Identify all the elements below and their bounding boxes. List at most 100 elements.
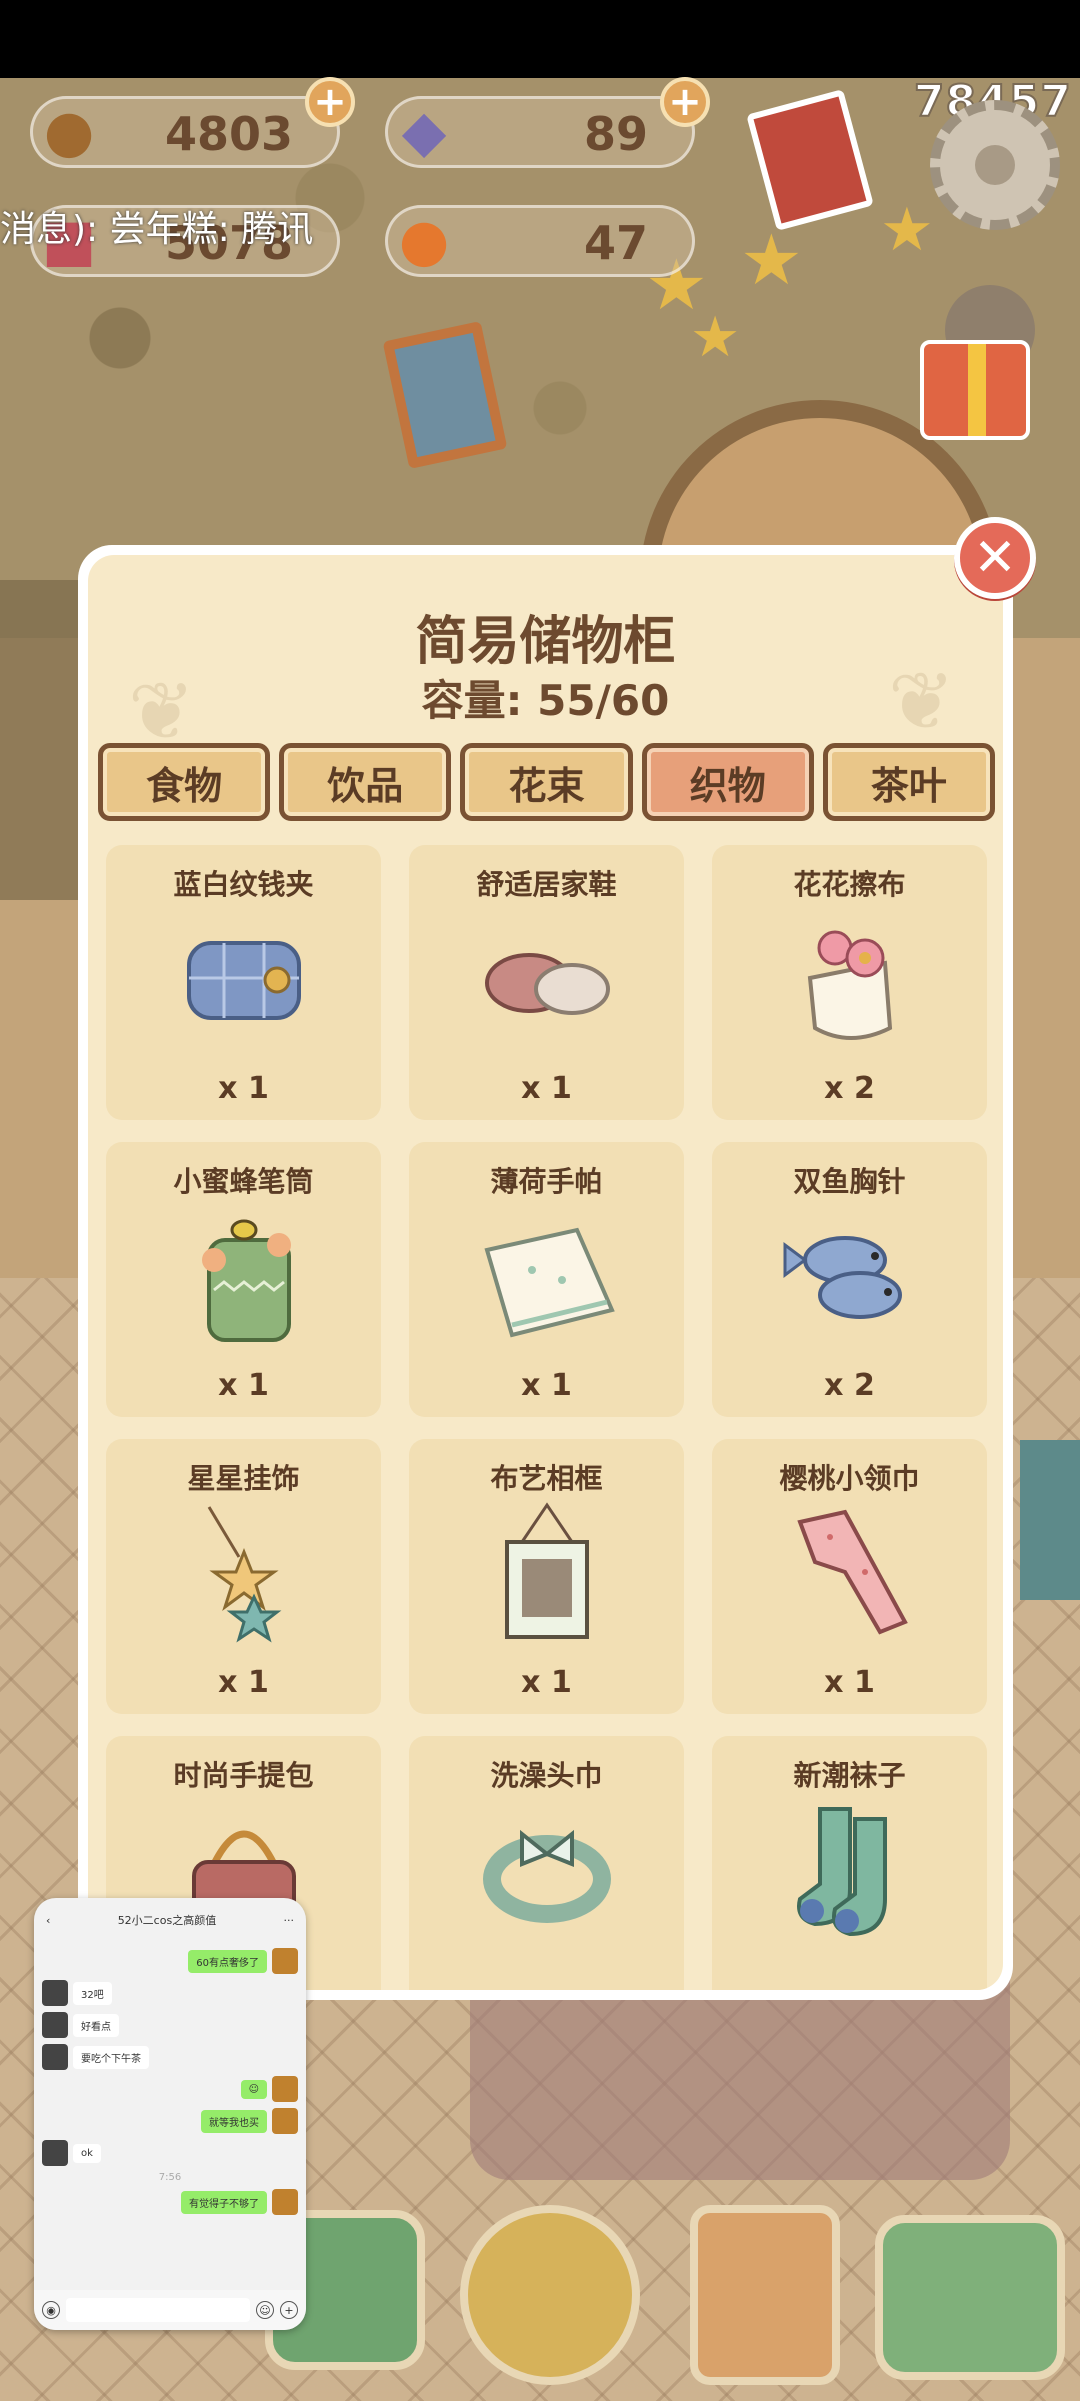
item-slot[interactable]: 薄荷手帕 x 1	[409, 1142, 684, 1417]
item-slot[interactable]: 洗澡头巾	[409, 1736, 684, 1990]
wallet-icon	[169, 913, 319, 1043]
chat-message: 有觉得子不够了	[42, 2189, 298, 2215]
avatar	[272, 2108, 298, 2134]
item-quantity: x 1	[521, 1071, 572, 1106]
avatar	[42, 2044, 68, 2070]
item-slot[interactable]: 樱桃小领巾 x 1	[712, 1439, 987, 1714]
item-quantity: x 1	[824, 1665, 875, 1700]
chat-input-bar: ◉ ☺ +	[34, 2290, 306, 2330]
chat-message: 好看点	[42, 2012, 298, 2038]
message-bubble: ☺	[240, 2079, 267, 2099]
chat-message: ☺	[42, 2076, 298, 2102]
status-bar	[0, 0, 1080, 78]
avatar	[272, 1948, 298, 1974]
item-name: 新潮袜子	[793, 1759, 906, 1792]
star-decoration-icon: ★	[690, 305, 741, 370]
voice-icon[interactable]: ◉	[42, 2301, 60, 2319]
chat-header: ‹ 52小二cos之高颜值 ···	[34, 1898, 306, 1942]
clipboard-tasks-icon[interactable]	[690, 2205, 840, 2385]
item-quantity: x 1	[521, 1368, 572, 1403]
chat-message: 要吃个下午茶	[42, 2044, 298, 2070]
back-arrow-icon[interactable]: ‹	[46, 1914, 50, 1927]
add-acorn-button[interactable]: +	[305, 77, 355, 127]
item-name: 小蜜蜂笔筒	[173, 1165, 314, 1198]
message-bubble: 60有点奢侈了	[188, 1949, 267, 1973]
item-slot[interactable]: 双鱼胸针 x 2	[712, 1142, 987, 1417]
chat-title: 52小二cos之高颜值	[117, 1914, 217, 1927]
gem-value: 89	[583, 107, 648, 161]
item-quantity: x 1	[218, 1368, 269, 1403]
message-bubble: 32吧	[73, 1981, 112, 2005]
add-gem-button[interactable]: +	[660, 77, 710, 127]
item-grid: 蓝白纹钱夹 x 1 舒适居家鞋 x 1 花花擦布 x 2 小蜜蜂笔筒 x 1 薄…	[106, 845, 987, 1990]
tab-drinks[interactable]: 饮品	[279, 743, 452, 821]
orange-value: 47	[583, 216, 648, 270]
avatar	[42, 2012, 68, 2038]
add-attachment-icon[interactable]: +	[280, 2301, 298, 2319]
item-name: 洗澡头巾	[490, 1759, 603, 1792]
item-slot[interactable]: 小蜜蜂笔筒 x 1	[106, 1142, 381, 1417]
avatar	[272, 2189, 298, 2215]
item-slot[interactable]: 舒适居家鞋 x 1	[409, 845, 684, 1120]
bath-headband-icon	[472, 1804, 622, 1934]
slippers-icon	[472, 913, 622, 1043]
chat-overlay-window[interactable]: ‹ 52小二cos之高颜值 ··· 60有点奢侈了 32吧 好看点 要吃个下午茶…	[34, 1898, 306, 2330]
chat-text-input[interactable]	[66, 2298, 250, 2322]
tab-food[interactable]: 食物	[98, 743, 271, 821]
item-name: 星星挂饰	[187, 1462, 300, 1495]
chat-message: 32吧	[42, 1980, 298, 2006]
message-bubble: 有觉得子不够了	[181, 2190, 267, 2214]
item-slot[interactable]: 布艺相框 x 1	[409, 1439, 684, 1714]
acorn-value: 4803	[164, 107, 293, 161]
message-bubble: 就等我也买	[201, 2109, 267, 2133]
tab-tea[interactable]: 茶叶	[822, 743, 996, 821]
capacity-label: 容量: 55/60	[421, 676, 670, 725]
gem-icon: ◆	[401, 97, 447, 165]
chat-message: 就等我也买	[42, 2108, 298, 2134]
close-button[interactable]: ✕	[954, 517, 1036, 599]
orange-counter: ● 47	[385, 205, 695, 277]
tab-bouquets[interactable]: 花束	[460, 743, 633, 821]
bird-friends-icon[interactable]	[460, 2205, 640, 2385]
item-name: 蓝白纹钱夹	[173, 868, 314, 901]
star-ornament-icon	[169, 1506, 319, 1643]
item-quantity: x 1	[218, 1665, 269, 1700]
item-name: 时尚手提包	[173, 1759, 314, 1792]
item-slot[interactable]: 花花擦布 x 2	[712, 845, 987, 1120]
more-options-icon[interactable]: ···	[283, 1914, 294, 1927]
emoji-icon[interactable]: ☺	[256, 2301, 274, 2319]
avatar	[42, 1980, 68, 2006]
fish-brooch-icon	[775, 1210, 925, 1340]
message-bubble: ok	[73, 2143, 101, 2163]
item-name: 薄荷手帕	[490, 1165, 603, 1198]
message-bubble: 好看点	[73, 2013, 119, 2037]
message-bubble: 要吃个下午茶	[73, 2045, 149, 2069]
item-quantity: x 2	[824, 1071, 875, 1106]
fabric-frame-icon	[472, 1502, 622, 1639]
item-slot[interactable]: 蓝白纹钱夹 x 1	[106, 845, 381, 1120]
item-name: 舒适居家鞋	[476, 868, 617, 901]
flower-cloth-icon	[775, 913, 925, 1043]
acorn-icon: ●	[43, 97, 95, 165]
category-tabs: 食物 饮品 花束 织物 茶叶	[98, 743, 996, 821]
tab-fabrics[interactable]: 织物	[641, 743, 814, 821]
item-name: 花花擦布	[793, 868, 906, 901]
item-slot[interactable]: 星星挂饰 x 1	[106, 1439, 381, 1714]
star-decoration-icon: ★	[740, 219, 803, 301]
avatar	[42, 2140, 68, 2166]
storage-panel-body: ❦ ❦ 简易储物柜 容量: 55/60 食物 饮品 花束 织物 茶叶 蓝白纹钱夹…	[88, 555, 1003, 1990]
panel-title: 简易储物柜	[415, 612, 676, 672]
item-quantity: x 1	[218, 1071, 269, 1106]
map-travel-icon[interactable]	[875, 2215, 1065, 2380]
chat-message: 60有点奢侈了	[42, 1948, 298, 1974]
gift-box-icon[interactable]	[920, 340, 1030, 440]
socks-icon	[775, 1804, 925, 1937]
message-ticker: 消息): 尝年糕: 腾讯	[0, 209, 314, 250]
settings-gear-icon[interactable]	[930, 100, 1060, 230]
item-quantity: x 2	[824, 1368, 875, 1403]
star-decoration-icon: ★	[880, 195, 934, 265]
gem-counter: ◆ 89 +	[385, 77, 710, 168]
bee-pen-holder-icon	[169, 1210, 319, 1342]
item-slot[interactable]: 新潮袜子	[712, 1736, 987, 1990]
orange-icon: ●	[398, 206, 450, 274]
